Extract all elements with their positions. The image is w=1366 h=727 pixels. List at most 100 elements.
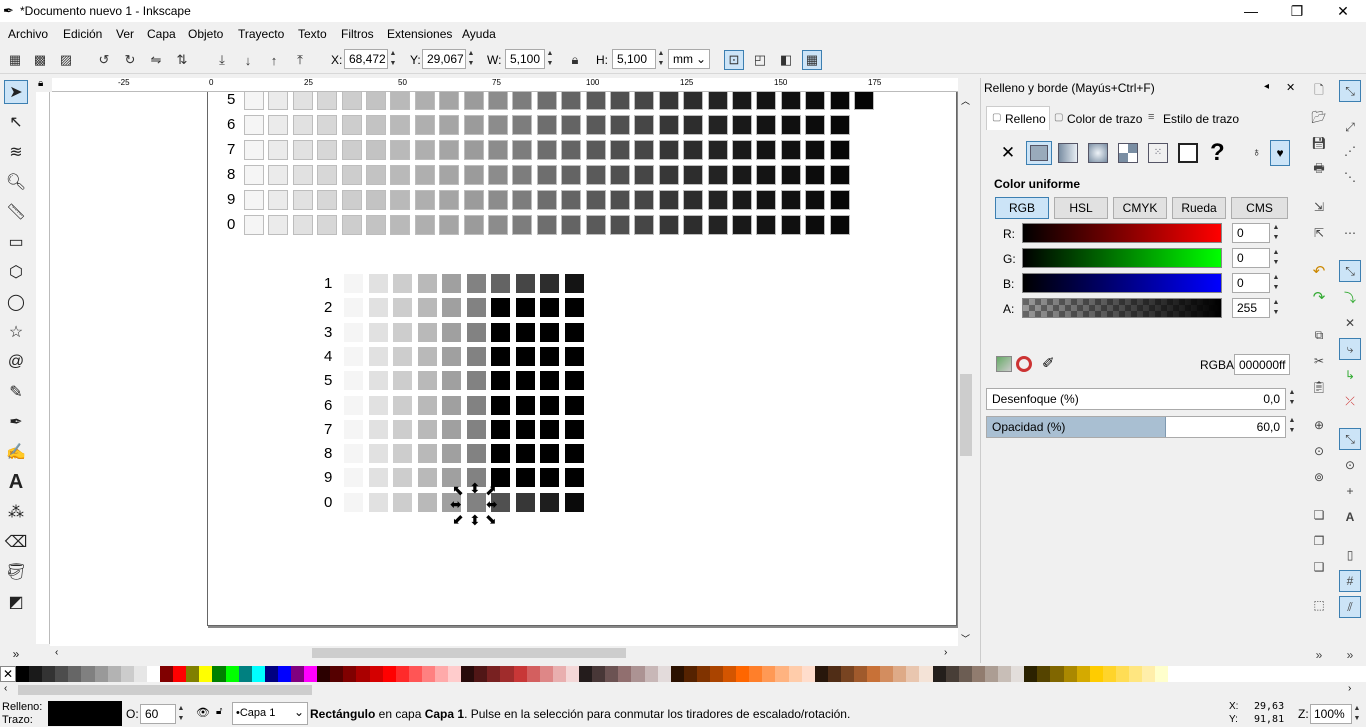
swatch[interactable]	[540, 346, 559, 366]
swatch[interactable]	[732, 190, 752, 210]
palette-swatch[interactable]	[984, 666, 999, 682]
snap-text-baseline-icon[interactable]: A	[1339, 506, 1361, 528]
swatch[interactable]	[564, 298, 584, 318]
swatch[interactable]	[439, 215, 460, 235]
opacity-slider[interactable]: Opacidad (%) 60,0	[986, 416, 1286, 438]
mode-cmyk-button[interactable]: CMYK	[1113, 197, 1167, 219]
swatch[interactable]	[393, 371, 412, 391]
rotate-cw-icon[interactable]: ↻	[120, 50, 140, 70]
palette-swatch[interactable]	[854, 666, 868, 682]
swatch[interactable]	[292, 215, 313, 235]
swatch[interactable]	[268, 165, 289, 185]
palette-swatch[interactable]	[998, 666, 1012, 682]
redo-icon[interactable]: ↷	[1308, 286, 1330, 308]
swatch[interactable]	[292, 140, 313, 160]
swatch[interactable]	[390, 140, 411, 160]
swatch[interactable]	[393, 492, 412, 512]
channel-a-input[interactable]: 255	[1232, 298, 1270, 318]
calligraphy-tool-icon[interactable]: ✍	[4, 440, 28, 464]
scroll-down-icon[interactable]: ﹀	[961, 632, 970, 645]
palette-swatch[interactable]	[827, 666, 841, 682]
mesh-gradient-icon[interactable]	[1118, 143, 1138, 163]
swatch[interactable]	[610, 215, 630, 235]
swatch[interactable]	[780, 165, 801, 185]
group-icon[interactable]: ⬚	[1308, 594, 1330, 616]
palette-swatch[interactable]	[461, 666, 475, 682]
channel-g-spinner[interactable]: ▲ ▼	[1271, 248, 1281, 268]
swatch[interactable]	[463, 215, 484, 235]
swatch[interactable]	[515, 274, 535, 293]
swatch[interactable]	[268, 92, 289, 110]
horizontal-scrollbar[interactable]: ‹ ›	[52, 646, 958, 660]
vertical-scrollbar[interactable]: ︿ ﹀	[958, 92, 974, 646]
swatch[interactable]	[707, 92, 728, 110]
resize-sw-handle-icon[interactable]: ⬋	[452, 511, 464, 528]
swatch[interactable]	[414, 190, 435, 210]
swatch[interactable]	[707, 115, 728, 135]
zoom-selection-icon[interactable]: ⊕	[1308, 414, 1330, 436]
palette-swatch[interactable]	[421, 666, 435, 682]
swatch[interactable]	[244, 140, 264, 160]
palette-swatch[interactable]	[906, 666, 920, 682]
swatch[interactable]	[341, 190, 362, 210]
deselect-icon[interactable]: ▨	[56, 50, 76, 70]
x-input[interactable]: 68,472	[344, 49, 388, 69]
palette-swatch[interactable]	[683, 666, 697, 682]
swatch[interactable]	[564, 419, 584, 439]
swatch[interactable]	[634, 190, 655, 210]
palette-swatch[interactable]	[408, 666, 422, 682]
paste-icon[interactable]: 📋︎	[1308, 376, 1330, 398]
blur-slider[interactable]: Desenfoque (%) 0,0	[986, 388, 1286, 410]
palette-swatch[interactable]	[592, 666, 606, 682]
palette-swatch[interactable]	[68, 666, 82, 682]
palette-swatch[interactable]	[971, 666, 985, 682]
flip-horizontal-icon[interactable]: ⇋	[146, 50, 166, 70]
swatch[interactable]	[344, 274, 363, 293]
snap-nodes-icon[interactable]: ⤡	[1339, 260, 1361, 282]
swatch[interactable]	[442, 298, 461, 318]
palette-swatch[interactable]	[474, 666, 488, 682]
swatch[interactable]	[540, 419, 559, 439]
pattern-icon[interactable]: ⁙	[1148, 143, 1168, 163]
swatch[interactable]	[244, 215, 264, 235]
swatch[interactable]	[244, 92, 264, 110]
palette-swatch[interactable]	[382, 666, 396, 682]
selector-tool-icon[interactable]: ➤	[4, 80, 28, 104]
dock-collapse-icon[interactable]: ◂	[1264, 81, 1269, 92]
swatch[interactable]	[344, 346, 363, 366]
swatch[interactable]	[368, 492, 388, 512]
swatch[interactable]	[805, 140, 826, 160]
swatch[interactable]	[561, 115, 582, 135]
swatch[interactable]	[390, 115, 411, 135]
swatch[interactable]	[368, 395, 388, 415]
h-spinner[interactable]: ▲ ▼	[656, 49, 666, 69]
swatch[interactable]	[317, 190, 338, 210]
swatch[interactable]	[390, 92, 411, 110]
swatch[interactable]	[292, 115, 313, 135]
menu-ayuda[interactable]: Ayuda	[462, 27, 496, 41]
swatch[interactable]	[610, 140, 630, 160]
resize-se-handle-icon[interactable]: ⬊	[485, 511, 497, 528]
swatch[interactable]	[417, 298, 437, 318]
no-paint-icon[interactable]: ✕	[996, 141, 1020, 165]
palette-swatch[interactable]	[814, 666, 828, 682]
swatch[interactable]	[368, 371, 388, 391]
palette-swatch[interactable]	[290, 666, 305, 682]
palette-swatch[interactable]	[696, 666, 710, 682]
swatch[interactable]	[417, 444, 437, 464]
select-all-icon[interactable]: ▦	[5, 50, 25, 70]
palette-swatch[interactable]	[277, 666, 291, 682]
swatch[interactable]	[393, 346, 412, 366]
swatch[interactable]	[536, 165, 557, 185]
menu-filtros[interactable]: Filtros	[341, 27, 374, 41]
swatch[interactable]	[393, 419, 412, 439]
swatch[interactable]	[488, 190, 508, 210]
palette-swatch[interactable]	[160, 666, 174, 682]
swatch[interactable]	[414, 165, 435, 185]
swatch-grid[interactable]: 5 6 7 8 9 0 1 2 3 4 5 6 7 8 9 0	[50, 92, 958, 646]
swatch[interactable]	[244, 190, 264, 210]
swatch[interactable]	[829, 92, 850, 110]
lock-ratio-icon[interactable]: 🔒︎	[565, 50, 585, 70]
swatch[interactable]	[561, 215, 582, 235]
swatch[interactable]	[658, 190, 679, 210]
